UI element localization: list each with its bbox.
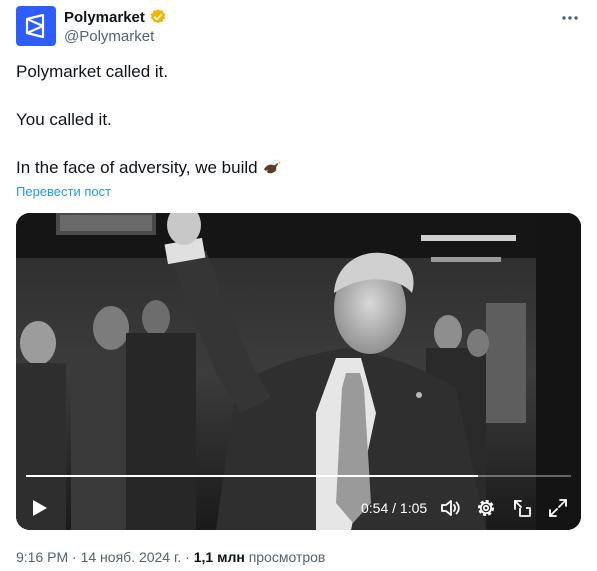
- video-frame: [16, 213, 581, 530]
- post-text: Polymarket called it. You called it. In …: [16, 60, 576, 180]
- gear-icon: [478, 500, 494, 516]
- fullscreen-icon: [549, 499, 567, 517]
- avatar[interactable]: [16, 6, 56, 46]
- video-player[interactable]: 0:54 / 1:05: [16, 213, 581, 530]
- picture-in-picture-icon: [514, 500, 531, 517]
- handle[interactable]: @Polymarket: [64, 28, 154, 45]
- play-button[interactable]: [28, 497, 50, 519]
- play-icon: [33, 500, 47, 516]
- duration: 1:05: [399, 500, 428, 516]
- meta-dot: ·: [72, 549, 77, 565]
- display-name[interactable]: Polymarket: [64, 9, 145, 26]
- translate-post-link[interactable]: Перевести пост: [16, 184, 111, 199]
- verified-badge-icon: [150, 9, 165, 24]
- post-meta: 9:16 PM · 14 нояб. 2024 г. · 1,1 млн про…: [16, 549, 325, 565]
- settings-button[interactable]: [475, 497, 497, 519]
- post-time[interactable]: 9:16 PM: [16, 549, 68, 565]
- eagle-icon: [263, 159, 281, 174]
- post-line-2: You called it.: [16, 110, 112, 129]
- pip-button[interactable]: [511, 497, 533, 519]
- time-separator: /: [392, 500, 397, 516]
- views-count: 1,1 млн: [193, 549, 245, 565]
- post-line-3: In the face of adversity, we build: [16, 156, 576, 180]
- post-date[interactable]: 14 нояб. 2024 г.: [81, 549, 182, 565]
- meta-dot-2: ·: [185, 549, 190, 565]
- post-line-3-text: In the face of adversity, we build: [16, 158, 258, 177]
- name-row: Polymarket: [64, 8, 167, 26]
- post-header: Polymarket @Polymarket: [16, 6, 581, 48]
- volume-icon: [441, 500, 460, 516]
- views-label: просмотров: [248, 549, 326, 565]
- post-line-1: Polymarket called it.: [16, 62, 169, 81]
- video-time: 0:54 / 1:05: [361, 500, 427, 516]
- volume-button[interactable]: [439, 497, 461, 519]
- fullscreen-button[interactable]: [547, 497, 569, 519]
- video-progress-bar[interactable]: [26, 475, 571, 477]
- video-progress-fill: [26, 475, 479, 477]
- polymarket-logo-icon: [25, 13, 45, 39]
- current-time: 0:54: [361, 500, 389, 516]
- more-options-button[interactable]: [559, 8, 581, 28]
- more-dots-icon: [562, 16, 578, 20]
